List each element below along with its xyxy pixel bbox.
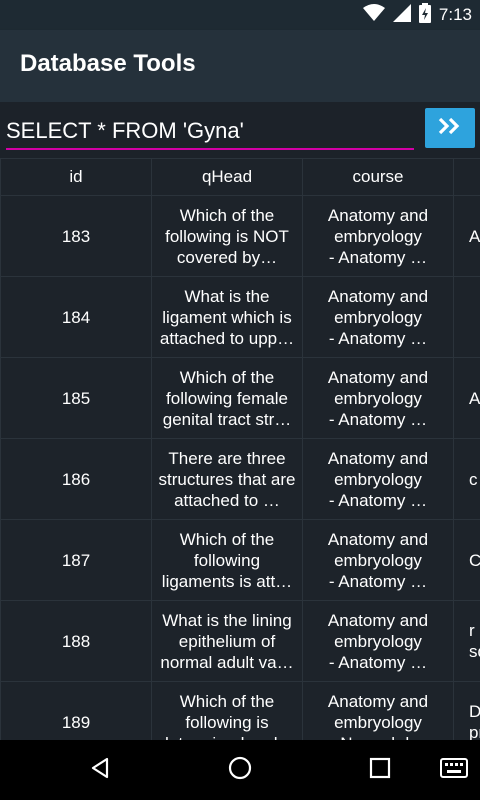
signal-icon [392, 3, 411, 27]
cell-course: Anatomy and embryology - Anatomy … [302, 195, 454, 277]
results-table-container[interactable]: id qHead course 183 Which of the followi… [0, 158, 480, 740]
cell-course: Anatomy and embryology - Anatomy … [302, 276, 454, 358]
results-table: id qHead course 183 Which of the followi… [0, 158, 480, 740]
fast-forward-icon [438, 116, 462, 141]
battery-charging-icon [418, 2, 431, 28]
home-button[interactable] [220, 750, 260, 790]
cell-qhead: Which of the following female genital tr… [151, 357, 303, 439]
recents-icon [369, 757, 391, 784]
cell-qhead: Which of the following ligaments is att… [151, 519, 303, 601]
cell-id: 184 [0, 276, 152, 358]
table-row[interactable]: 183 Which of the following is NOT covere… [0, 195, 480, 277]
table-row[interactable]: 184 What is the ligament which is attach… [0, 276, 480, 358]
column-header-id[interactable]: id [0, 158, 152, 196]
query-input[interactable] [6, 114, 414, 150]
table-row[interactable]: 189 Which of the following is determined… [0, 681, 480, 740]
cell-qhead: Which of the following is determined and… [151, 681, 303, 740]
cell-extra: c [453, 438, 480, 520]
cell-extra: r sq [453, 600, 480, 682]
navigation-bar [0, 740, 480, 800]
table-row[interactable]: 188 What is the lining epithelium of nor… [0, 600, 480, 682]
cell-id: 187 [0, 519, 152, 601]
status-time: 7:13 [438, 5, 472, 24]
cell-extra [453, 276, 480, 358]
cell-course: Anatomy and embryology - Anatomy … [302, 600, 454, 682]
cell-qhead: What is the lining epithelium of normal … [151, 600, 303, 682]
cell-qhead: What is the ligament which is attached t… [151, 276, 303, 358]
table-row[interactable]: 185 Which of the following female genita… [0, 357, 480, 439]
cell-extra: Ar [453, 195, 480, 277]
recents-button[interactable] [360, 750, 400, 790]
table-header-row: id qHead course [0, 158, 480, 196]
back-icon [88, 756, 112, 785]
table-row[interactable]: 186 There are three structures that are … [0, 438, 480, 520]
query-bar [0, 102, 480, 158]
status-icons: 7:13 [362, 2, 472, 28]
column-header-qhead[interactable]: qHead [151, 158, 303, 196]
cell-course: Anatomy and embryology - Anatomy … [302, 438, 454, 520]
cell-extra: De pr [453, 681, 480, 740]
home-icon [227, 755, 253, 786]
cell-qhead: There are three structures that are atta… [151, 438, 303, 520]
cell-id: 189 [0, 681, 152, 740]
cell-id: 188 [0, 600, 152, 682]
keyboard-button[interactable] [434, 750, 474, 790]
back-button[interactable] [80, 750, 120, 790]
column-header-course[interactable]: course [302, 158, 454, 196]
status-bar: 7:13 [0, 0, 480, 30]
table-row[interactable]: 187 Which of the following ligaments is … [0, 519, 480, 601]
cell-id: 185 [0, 357, 152, 439]
cell-id: 183 [0, 195, 152, 277]
cell-course: Anatomy and embryology - Normal d… [302, 681, 454, 740]
app-bar: Database Tools [0, 30, 480, 102]
run-query-button[interactable] [425, 108, 475, 148]
cell-course: Anatomy and embryology - Anatomy … [302, 357, 454, 439]
cell-id: 186 [0, 438, 152, 520]
cell-extra: Ca [453, 519, 480, 601]
column-header-next[interactable] [453, 158, 480, 196]
cell-extra: Ar [453, 357, 480, 439]
app-title: Database Tools [20, 50, 196, 77]
keyboard-icon [440, 757, 468, 783]
cell-qhead: Which of the following is NOT covered by… [151, 195, 303, 277]
wifi-icon [362, 3, 385, 27]
cell-course: Anatomy and embryology - Anatomy … [302, 519, 454, 601]
